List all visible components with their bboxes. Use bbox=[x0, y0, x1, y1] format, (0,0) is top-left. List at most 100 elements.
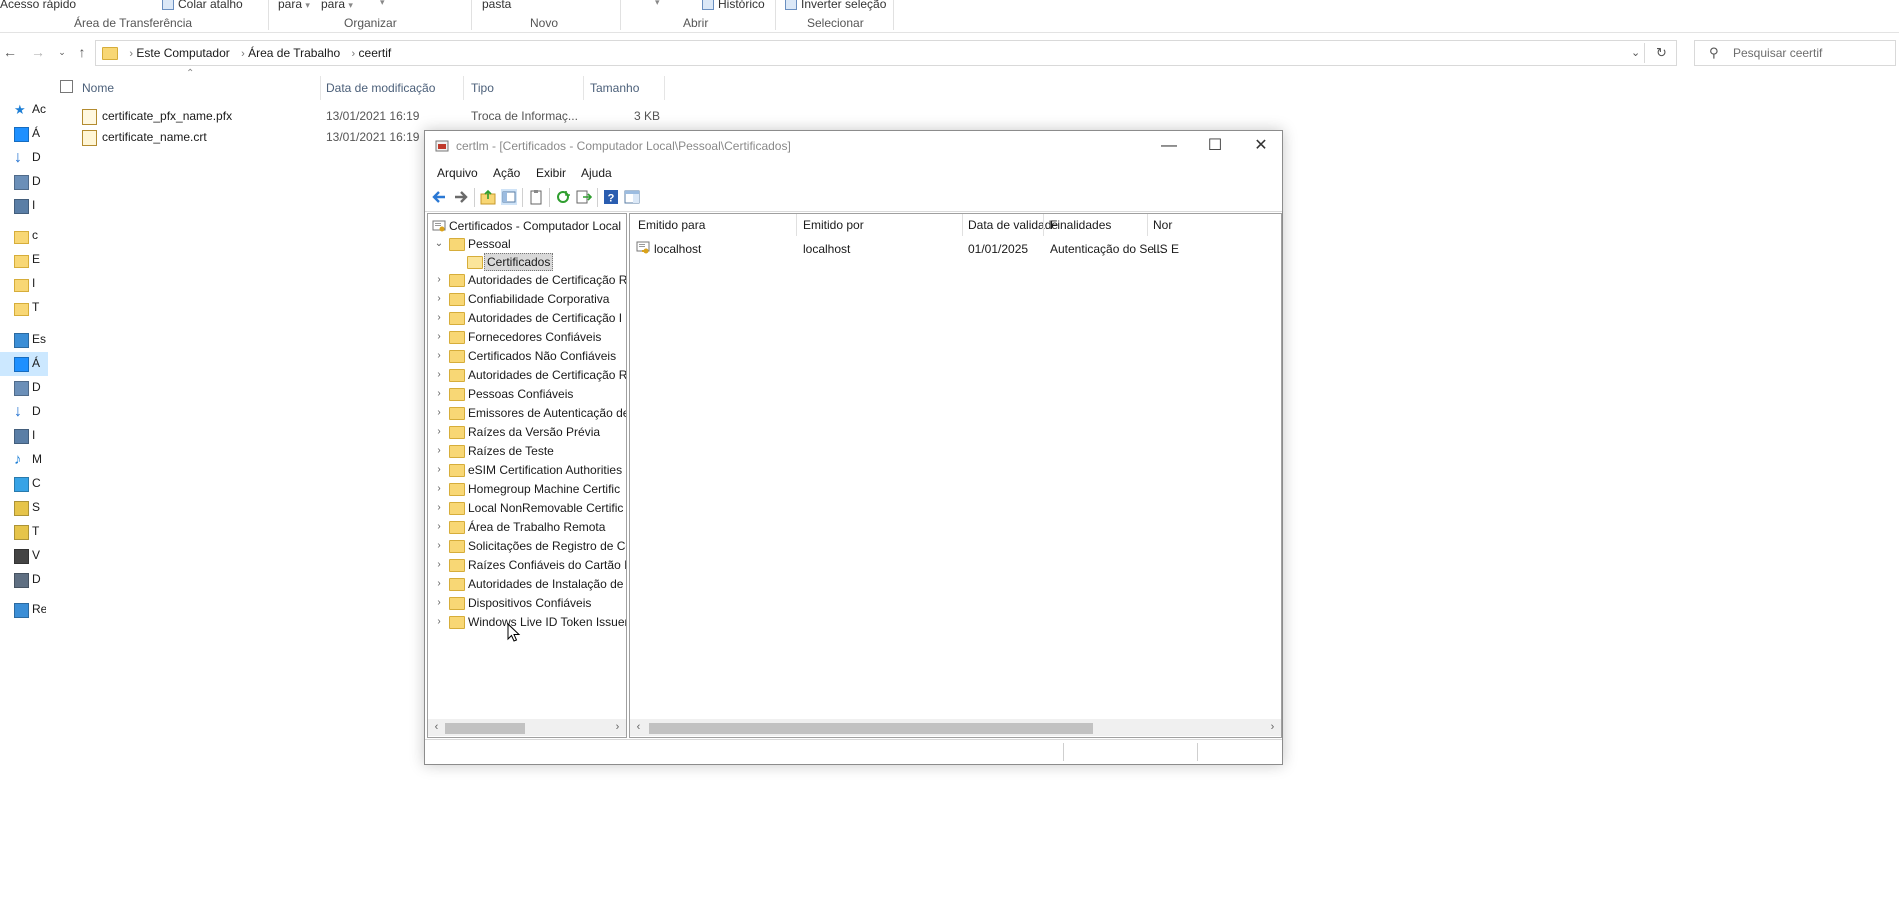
ribbon-invert-selection[interactable]: Inverter seleção bbox=[785, 0, 886, 11]
nav-item[interactable]: C bbox=[0, 472, 48, 496]
scrollbar-thumb[interactable] bbox=[445, 723, 525, 734]
menu-help[interactable]: Ajuda bbox=[581, 161, 612, 185]
refresh-icon[interactable] bbox=[555, 189, 571, 205]
show-hide-console-tree-icon[interactable] bbox=[501, 189, 517, 205]
column-separator[interactable] bbox=[1043, 214, 1044, 236]
help-icon[interactable]: ? bbox=[603, 189, 619, 205]
breadcrumb-item[interactable]: ceertif bbox=[359, 46, 392, 60]
menu-view[interactable]: Exibir bbox=[536, 161, 566, 185]
scroll-right-icon[interactable]: › bbox=[1264, 719, 1281, 736]
chevron-right-icon[interactable]: › bbox=[433, 518, 445, 536]
nav-item[interactable]: I bbox=[0, 194, 48, 218]
chevron-right-icon[interactable]: › bbox=[433, 537, 445, 555]
nav-item[interactable]: I bbox=[0, 272, 48, 296]
ribbon-quick-access[interactable]: Acesso rápido bbox=[0, 0, 76, 11]
nav-item[interactable]: ♪ M bbox=[0, 448, 48, 472]
search-box[interactable]: ⚲ Pesquisar ceertif bbox=[1694, 40, 1896, 66]
breadcrumb-item[interactable]: Este Computador bbox=[136, 46, 229, 60]
column-header-modified[interactable]: Data de modificação bbox=[326, 76, 435, 100]
tree-node-store[interactable]: › Dispositivos Confiáveis bbox=[428, 594, 626, 612]
menu-action[interactable]: Ação bbox=[493, 161, 520, 185]
tree-node-store[interactable]: › Local NonRemovable Certific bbox=[428, 499, 626, 517]
nav-item[interactable]: D bbox=[0, 170, 48, 194]
tree-node-store[interactable]: › Windows Live ID Token Issuer bbox=[428, 613, 626, 631]
back-icon[interactable] bbox=[431, 189, 447, 205]
tree-node-store[interactable]: › Área de Trabalho Remota bbox=[428, 518, 626, 536]
column-header-size[interactable]: Tamanho bbox=[590, 76, 639, 100]
chevron-down-icon[interactable]: ⌄ bbox=[433, 235, 445, 253]
forward-icon[interactable] bbox=[453, 189, 469, 205]
tree-node-store[interactable]: › Raízes de Teste bbox=[428, 442, 626, 460]
nav-item[interactable]: Es bbox=[0, 328, 48, 352]
nav-item[interactable]: E bbox=[0, 248, 48, 272]
column-purposes[interactable]: Finalidades bbox=[1050, 214, 1111, 236]
file-row[interactable]: certificate_pfx_name.pfx 13/01/2021 16:1… bbox=[0, 106, 700, 126]
back-arrow-icon[interactable]: ← bbox=[2, 44, 18, 60]
list-horizontal-scrollbar[interactable]: ‹ › bbox=[630, 719, 1281, 736]
show-hide-action-pane-icon[interactable] bbox=[624, 189, 640, 205]
nav-item[interactable]: D bbox=[0, 376, 48, 400]
chevron-right-icon[interactable]: › bbox=[433, 385, 445, 403]
chevron-right-icon[interactable]: › bbox=[433, 328, 445, 346]
maximize-icon[interactable]: ☐ bbox=[1192, 131, 1238, 161]
tree-node-store[interactable]: › Autoridades de Certificação I bbox=[428, 309, 626, 327]
nav-item[interactable]: Á bbox=[0, 352, 48, 376]
recent-locations-chevron-icon[interactable]: ⌄ bbox=[54, 44, 70, 60]
nav-item[interactable]: I bbox=[0, 424, 48, 448]
column-separator[interactable] bbox=[796, 214, 797, 236]
nav-item[interactable]: D bbox=[0, 568, 48, 592]
ribbon-new-folder[interactable]: pasta bbox=[482, 0, 511, 11]
chevron-down-icon[interactable]: ▾ bbox=[380, 0, 385, 8]
tree-node-store[interactable]: › eSIM Certification Authorities bbox=[428, 461, 626, 479]
tree-node-personal[interactable]: ⌄ Pessoal bbox=[428, 235, 626, 253]
up-one-level-icon[interactable] bbox=[480, 189, 496, 205]
nav-item[interactable]: c bbox=[0, 224, 48, 248]
scroll-left-icon[interactable]: ‹ bbox=[630, 719, 647, 736]
tree-node-certificates[interactable]: Certificados bbox=[428, 253, 626, 271]
chevron-right-icon[interactable]: › bbox=[433, 575, 445, 593]
address-bar[interactable]: › Este Computador › Área de Trabalho › c… bbox=[95, 40, 1677, 66]
nav-item[interactable]: V bbox=[0, 544, 48, 568]
chevron-right-icon[interactable]: › bbox=[352, 48, 356, 60]
ribbon-history[interactable]: Histórico bbox=[702, 0, 765, 11]
chevron-right-icon[interactable]: › bbox=[433, 290, 445, 308]
chevron-right-icon[interactable]: › bbox=[433, 309, 445, 327]
column-separator[interactable] bbox=[320, 76, 321, 100]
select-all-checkbox[interactable] bbox=[60, 80, 74, 94]
chevron-right-icon[interactable]: › bbox=[433, 347, 445, 365]
ribbon-move-to[interactable]: para ▾ bbox=[278, 0, 310, 11]
chevron-right-icon[interactable]: › bbox=[433, 442, 445, 460]
column-separator[interactable] bbox=[1147, 214, 1148, 236]
tree-node-store[interactable]: › Fornecedores Confiáveis bbox=[428, 328, 626, 346]
tree-node-store[interactable]: › Emissores de Autenticação de bbox=[428, 404, 626, 422]
chevron-right-icon[interactable]: › bbox=[433, 594, 445, 612]
chevron-right-icon[interactable]: › bbox=[241, 48, 245, 60]
scroll-right-icon[interactable]: › bbox=[609, 719, 626, 736]
address-dropdown-icon[interactable]: ⌄ bbox=[1631, 41, 1640, 65]
chevron-right-icon[interactable]: › bbox=[433, 271, 445, 289]
column-friendly-name[interactable]: Nor bbox=[1153, 214, 1183, 236]
tree-node-store[interactable]: › Confiabilidade Corporativa bbox=[428, 290, 626, 308]
nav-item[interactable]: T bbox=[0, 296, 48, 320]
column-separator[interactable] bbox=[962, 214, 963, 236]
nav-item[interactable]: Re bbox=[0, 598, 48, 622]
breadcrumb-item[interactable]: Área de Trabalho bbox=[248, 46, 340, 60]
minimize-icon[interactable]: — bbox=[1146, 131, 1192, 161]
column-issued-by[interactable]: Emitido por bbox=[803, 214, 864, 236]
chevron-right-icon[interactable]: › bbox=[433, 556, 445, 574]
tree-horizontal-scrollbar[interactable]: ‹ › bbox=[428, 719, 626, 736]
chevron-down-icon[interactable]: ▾ bbox=[655, 0, 660, 8]
tree-node-store[interactable]: › Pessoas Confiáveis bbox=[428, 385, 626, 403]
up-arrow-icon[interactable]: ↑ bbox=[74, 44, 90, 60]
tree-node-store[interactable]: › Raízes da Versão Prévia bbox=[428, 423, 626, 441]
menu-file[interactable]: Arquivo bbox=[437, 161, 478, 185]
tree-node-store[interactable]: › Homegroup Machine Certific bbox=[428, 480, 626, 498]
clipboard-icon[interactable] bbox=[528, 189, 544, 205]
certificate-row[interactable]: localhost localhost 01/01/2025 Autentica… bbox=[630, 238, 1281, 258]
chevron-right-icon[interactable]: › bbox=[433, 404, 445, 422]
title-bar[interactable]: certlm - [Certificados - Computador Loca… bbox=[425, 131, 1282, 161]
chevron-right-icon[interactable]: › bbox=[433, 480, 445, 498]
refresh-icon[interactable]: ↻ bbox=[1656, 41, 1667, 65]
chevron-right-icon[interactable]: › bbox=[433, 423, 445, 441]
tree-node-store[interactable]: › Raízes Confiáveis do Cartão In bbox=[428, 556, 626, 574]
